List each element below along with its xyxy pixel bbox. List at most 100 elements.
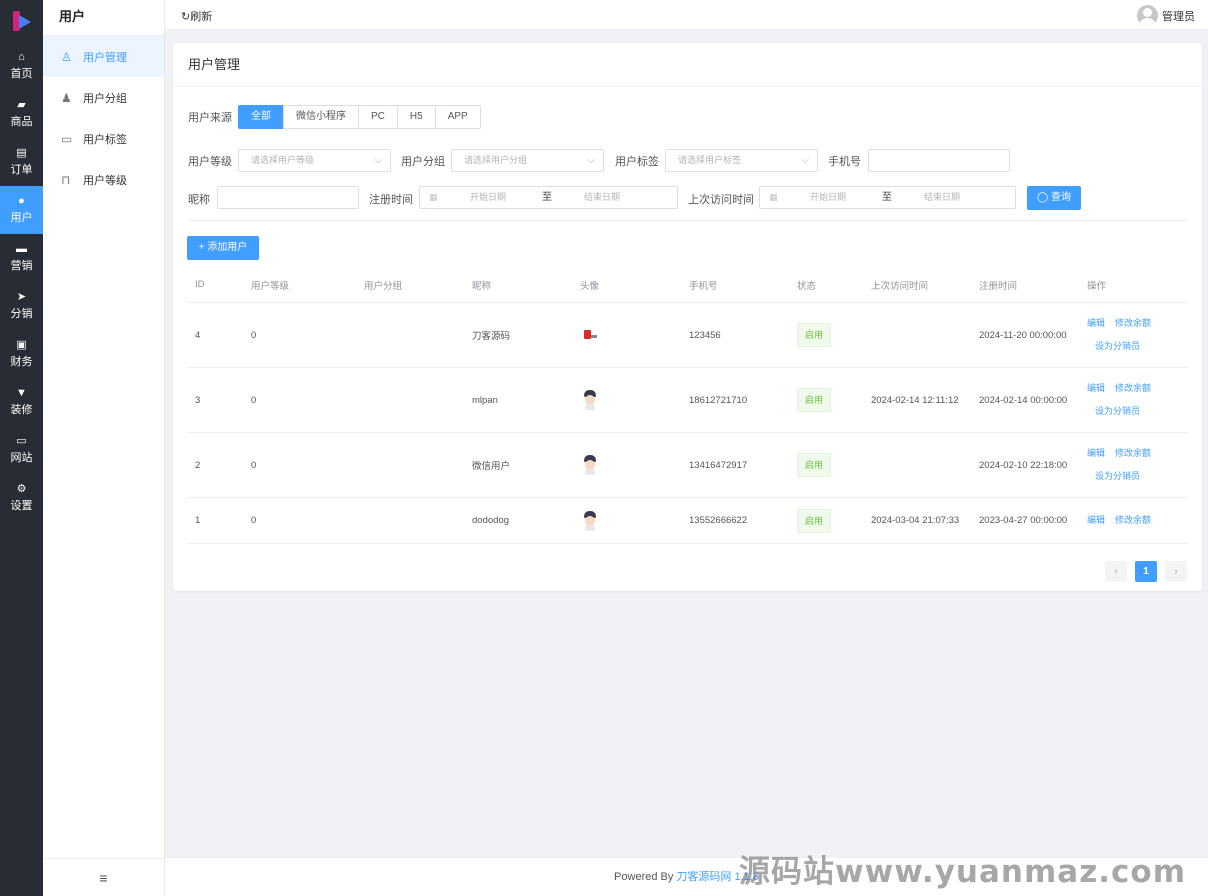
- edit-link[interactable]: 编辑: [1087, 312, 1105, 335]
- actions-line: 设为分销员: [1087, 465, 1178, 488]
- column-header: 昵称: [472, 280, 492, 292]
- rail-item-9[interactable]: ⚙ 设置: [0, 474, 43, 522]
- actions-line: 设为分销员: [1087, 335, 1178, 358]
- cell-avatar: [572, 390, 681, 410]
- phone-label: 手机号: [828, 156, 861, 168]
- cell-registered: 2023-04-27 00:00:00: [979, 515, 1068, 526]
- secondary-menu: 用户 ♙ 用户管理 ♟ 用户分组 ▭ 用户标签 ⊓ 用户等级 ≡: [43, 0, 165, 896]
- cell-actions: 编辑 修改余额 设为分销员: [1079, 442, 1178, 488]
- rail-item-label: 营销: [10, 260, 33, 272]
- search-button[interactable]: ◯ 查询: [1027, 186, 1081, 210]
- tag-select[interactable]: 请选择用户标签 ⌵: [665, 149, 818, 172]
- user-menu[interactable]: 管理员: [1137, 5, 1195, 26]
- next-page-button[interactable]: ›: [1165, 561, 1187, 582]
- rail-item-3[interactable]: ● 用户: [0, 186, 43, 234]
- set-distributor-link[interactable]: 设为分销员: [1095, 465, 1140, 488]
- submenu-item-label: 用户管理: [83, 51, 127, 64]
- level-select[interactable]: 请选择用户等级 ⌵: [238, 149, 391, 172]
- brush-icon: ▼: [16, 387, 27, 399]
- cell-last-visit: 2024-03-04 21:07:33: [871, 515, 960, 526]
- column-header: 头像: [580, 280, 600, 292]
- rail-item-label: 用户: [10, 212, 33, 224]
- gear-icon: ⚙: [16, 483, 27, 495]
- edit-link[interactable]: 编辑: [1087, 442, 1105, 465]
- reg-end-date: 结束日期: [584, 192, 621, 202]
- status-badge: 启用: [797, 508, 832, 533]
- avatar: [582, 510, 598, 531]
- cell-id: 4: [195, 329, 201, 341]
- actions-line: 设为分销员: [1087, 400, 1178, 423]
- collapse-menu-icon[interactable]: ≡: [43, 858, 164, 896]
- group-placeholder: 请选择用户分组: [464, 155, 528, 165]
- source-option-2[interactable]: PC: [358, 105, 398, 129]
- cell-status: 启用: [789, 388, 863, 412]
- avatar: [582, 390, 598, 410]
- chevron-down-icon: ⌵: [801, 155, 809, 166]
- reg-time-range[interactable]: ▦ 开始日期 至 结束日期: [419, 186, 678, 209]
- set-distributor-link[interactable]: 设为分销员: [1095, 335, 1140, 358]
- table-row: 2 0 微信用户 13416472917 启用 2024-02-10 22:18:00 编辑…: [187, 433, 1188, 498]
- submenu-item-0[interactable]: ♙ 用户管理: [43, 36, 164, 77]
- edit-link[interactable]: 编辑: [1087, 509, 1105, 532]
- source-option-4[interactable]: APP: [434, 105, 481, 129]
- adjust-balance-link[interactable]: 修改余额: [1115, 377, 1151, 400]
- rail-item-4[interactable]: ▬ 营销: [0, 234, 43, 282]
- rail-item-label: 首页: [10, 68, 33, 80]
- source-option-1[interactable]: 微信小程序: [283, 105, 359, 129]
- nickname-label: 昵称: [188, 194, 210, 206]
- adjust-balance-link[interactable]: 修改余额: [1115, 442, 1151, 465]
- submenu-item-2[interactable]: ▭ 用户标签: [43, 118, 164, 159]
- group-label: 用户分组: [401, 156, 445, 168]
- rail-item-label: 商品: [10, 116, 33, 128]
- column-header: ID: [195, 279, 205, 290]
- group-select[interactable]: 请选择用户分组 ⌵: [451, 149, 604, 172]
- table-header: ID 用户等级 用户分组 昵称 头像 手机号 状态 上次访问时间 注册时间 操作: [187, 267, 1188, 303]
- cell-actions: 编辑 修改余额: [1079, 509, 1178, 532]
- rail-item-2[interactable]: ▤ 订单: [0, 138, 43, 186]
- column-header: 用户等级: [251, 280, 290, 292]
- rail-item-7[interactable]: ▼ 装修: [0, 378, 43, 426]
- table-row: 3 0 mlpan 18612721710 启用 2024-02-14 12:11:12 2…: [187, 368, 1188, 433]
- reg-start-date: 开始日期: [470, 192, 507, 202]
- cell-last-visit: 2024-02-14 12:11:12: [871, 394, 959, 406]
- cell-registered: 2024-02-10 22:18:00: [979, 459, 1068, 471]
- main-nav-rail: ⌂ 首页 ▰ 商品 ▤ 订单 ● 用户 ▬ 营销 ➤ 分销 ▣ 财务 ▼ 装修 ▭ 网站 ⚙ 设置: [0, 0, 43, 896]
- rail-item-1[interactable]: ▰ 商品: [0, 90, 43, 138]
- footer-prefix: Powered By: [614, 871, 677, 883]
- rail-item-6[interactable]: ▣ 财务: [0, 330, 43, 378]
- source-option-0[interactable]: 全部: [238, 105, 284, 129]
- avatar: [1137, 5, 1158, 26]
- last-visit-range[interactable]: ▦ 开始日期 至 结束日期: [759, 186, 1016, 209]
- refresh-button[interactable]: ↻刷新: [181, 8, 212, 24]
- cell-nickname: 刀客源码: [472, 331, 511, 342]
- level-label: 用户等级: [188, 156, 232, 168]
- rail-item-label: 装修: [10, 404, 33, 416]
- rail-item-label: 订单: [10, 164, 33, 176]
- adjust-balance-link[interactable]: 修改余额: [1115, 312, 1151, 335]
- cell-id: 3: [195, 394, 201, 406]
- submenu-item-3[interactable]: ⊓ 用户等级: [43, 159, 164, 200]
- add-user-button[interactable]: + 添加用户: [187, 236, 259, 260]
- column-header: 操作: [1087, 280, 1107, 292]
- phone-input[interactable]: [868, 149, 1010, 172]
- user-table: ID 用户等级 用户分组 昵称 头像 手机号 状态 上次访问时间 注册时间 操作 4 0 刀客源码 12…: [187, 267, 1188, 544]
- cell-actions: 编辑 修改余额 设为分销员: [1079, 377, 1178, 423]
- page-1-button[interactable]: 1: [1135, 561, 1157, 582]
- set-distributor-link[interactable]: 设为分销员: [1095, 400, 1140, 423]
- visit-start-date: 开始日期: [810, 192, 847, 202]
- reg-time-label: 注册时间: [369, 194, 413, 206]
- person-outline-icon: ♙: [61, 49, 72, 64]
- level-placeholder: 请选择用户等级: [251, 155, 315, 165]
- submenu-item-1[interactable]: ♟ 用户分组: [43, 77, 164, 118]
- edit-link[interactable]: 编辑: [1087, 377, 1105, 400]
- rail-item-0[interactable]: ⌂ 首页: [0, 42, 43, 90]
- rail-item-5[interactable]: ➤ 分销: [0, 282, 43, 330]
- adjust-balance-link[interactable]: 修改余额: [1115, 509, 1151, 532]
- avatar: [582, 455, 598, 475]
- prev-page-button[interactable]: ‹: [1105, 561, 1127, 582]
- nickname-input[interactable]: [217, 186, 359, 209]
- app-logo[interactable]: [0, 0, 43, 42]
- rail-item-8[interactable]: ▭ 网站: [0, 426, 43, 474]
- rail-item-label: 财务: [10, 356, 33, 368]
- source-option-3[interactable]: H5: [396, 105, 436, 129]
